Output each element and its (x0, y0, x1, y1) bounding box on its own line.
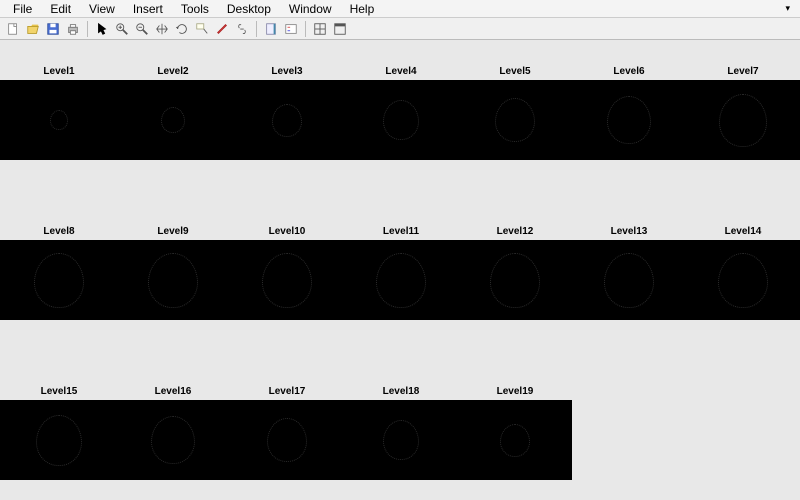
subplot-cell[interactable]: Level1 (2, 80, 116, 160)
subplot-cell[interactable]: Level18 (344, 400, 458, 480)
subplot-shape (161, 107, 185, 133)
subplot-title: Level18 (344, 386, 458, 397)
menu-bar: File Edit View Insert Tools Desktop Wind… (0, 0, 800, 18)
subplot-title: Level8 (2, 226, 116, 237)
menu-tools[interactable]: Tools (172, 1, 218, 17)
figure-area: Level1Level2Level3Level4Level5Level6Leve… (0, 40, 800, 500)
subplot-title: Level4 (344, 66, 458, 77)
subplot-shape (36, 415, 82, 466)
dock-icon[interactable] (331, 20, 349, 38)
open-icon[interactable] (24, 20, 42, 38)
subplot-title: Level11 (344, 226, 458, 237)
link-icon[interactable] (233, 20, 251, 38)
subplot-cell[interactable]: Level4 (344, 80, 458, 160)
rotate-icon[interactable] (173, 20, 191, 38)
menu-dropdown-icon[interactable]: ▾ (785, 3, 796, 14)
subplot-shape (148, 253, 198, 308)
subplot-cell[interactable]: Level14 (686, 240, 800, 320)
brush-icon[interactable] (213, 20, 231, 38)
subplot-cell[interactable]: Level16 (116, 400, 230, 480)
menu-file[interactable]: File (4, 1, 41, 17)
pointer-icon[interactable] (93, 20, 111, 38)
save-icon[interactable] (44, 20, 62, 38)
menu-help[interactable]: Help (341, 1, 384, 17)
subplot-shape (500, 424, 530, 457)
subplot-title: Level1 (2, 66, 116, 77)
subplot-title: Level6 (572, 66, 686, 77)
legend-icon[interactable] (282, 20, 300, 38)
subplot-cell[interactable]: Level7 (686, 80, 800, 160)
subplot-cell[interactable]: Level2 (116, 80, 230, 160)
subplot-title: Level9 (116, 226, 230, 237)
subplot-cell[interactable]: Level13 (572, 240, 686, 320)
subplot-shape (272, 104, 302, 137)
subplot-title: Level19 (458, 386, 572, 397)
subplot-shape (604, 253, 654, 308)
subplot-title: Level10 (230, 226, 344, 237)
colorbar-icon[interactable] (262, 20, 280, 38)
subplot-title: Level13 (572, 226, 686, 237)
subplot-shape (495, 98, 535, 142)
subplot-title: Level16 (116, 386, 230, 397)
subplot-cell[interactable]: Level6 (572, 80, 686, 160)
subplot-cell[interactable]: Level17 (230, 400, 344, 480)
zoom-in-icon[interactable] (113, 20, 131, 38)
subplot-cell[interactable]: Level9 (116, 240, 230, 320)
subplot-title: Level2 (116, 66, 230, 77)
menu-insert[interactable]: Insert (124, 1, 172, 17)
subplot-shape (719, 94, 767, 147)
subplot-cell[interactable]: Level8 (2, 240, 116, 320)
menu-desktop[interactable]: Desktop (218, 1, 280, 17)
subplot-shape (267, 418, 307, 462)
subplot-shape (718, 253, 768, 308)
pan-icon[interactable] (153, 20, 171, 38)
layout-icon[interactable] (311, 20, 329, 38)
subplot-shape (262, 253, 312, 308)
print-icon[interactable] (64, 20, 82, 38)
toolbar-separator (305, 21, 306, 37)
subplot-shape (376, 253, 426, 308)
subplot-cell[interactable]: Level15 (2, 400, 116, 480)
subplot-shape (34, 253, 84, 308)
subplot-shape (607, 96, 651, 144)
subplot-cell[interactable]: Level5 (458, 80, 572, 160)
toolbar-separator (256, 21, 257, 37)
subplot-title: Level3 (230, 66, 344, 77)
subplot-cell[interactable]: Level19 (458, 400, 572, 480)
subplot-cell[interactable]: Level10 (230, 240, 344, 320)
subplot-shape (383, 100, 419, 140)
menu-view[interactable]: View (80, 1, 124, 17)
subplot-title: Level17 (230, 386, 344, 397)
subplot-shape (151, 416, 195, 464)
subplot-cell[interactable]: Level12 (458, 240, 572, 320)
toolbar-separator (87, 21, 88, 37)
subplot-title: Level7 (686, 66, 800, 77)
subplot-cell[interactable]: Level3 (230, 80, 344, 160)
toolbar (0, 18, 800, 40)
zoom-out-icon[interactable] (133, 20, 151, 38)
menu-window[interactable]: Window (280, 1, 341, 17)
subplot-shape (490, 253, 540, 308)
subplot-shape (383, 420, 419, 460)
new-figure-icon[interactable] (4, 20, 22, 38)
subplot-title: Level5 (458, 66, 572, 77)
menu-edit[interactable]: Edit (41, 1, 80, 17)
subplot-title: Level15 (2, 386, 116, 397)
subplot-cell[interactable]: Level11 (344, 240, 458, 320)
data-cursor-icon[interactable] (193, 20, 211, 38)
subplot-shape (50, 110, 68, 130)
subplot-title: Level12 (458, 226, 572, 237)
subplot-title: Level14 (686, 226, 800, 237)
